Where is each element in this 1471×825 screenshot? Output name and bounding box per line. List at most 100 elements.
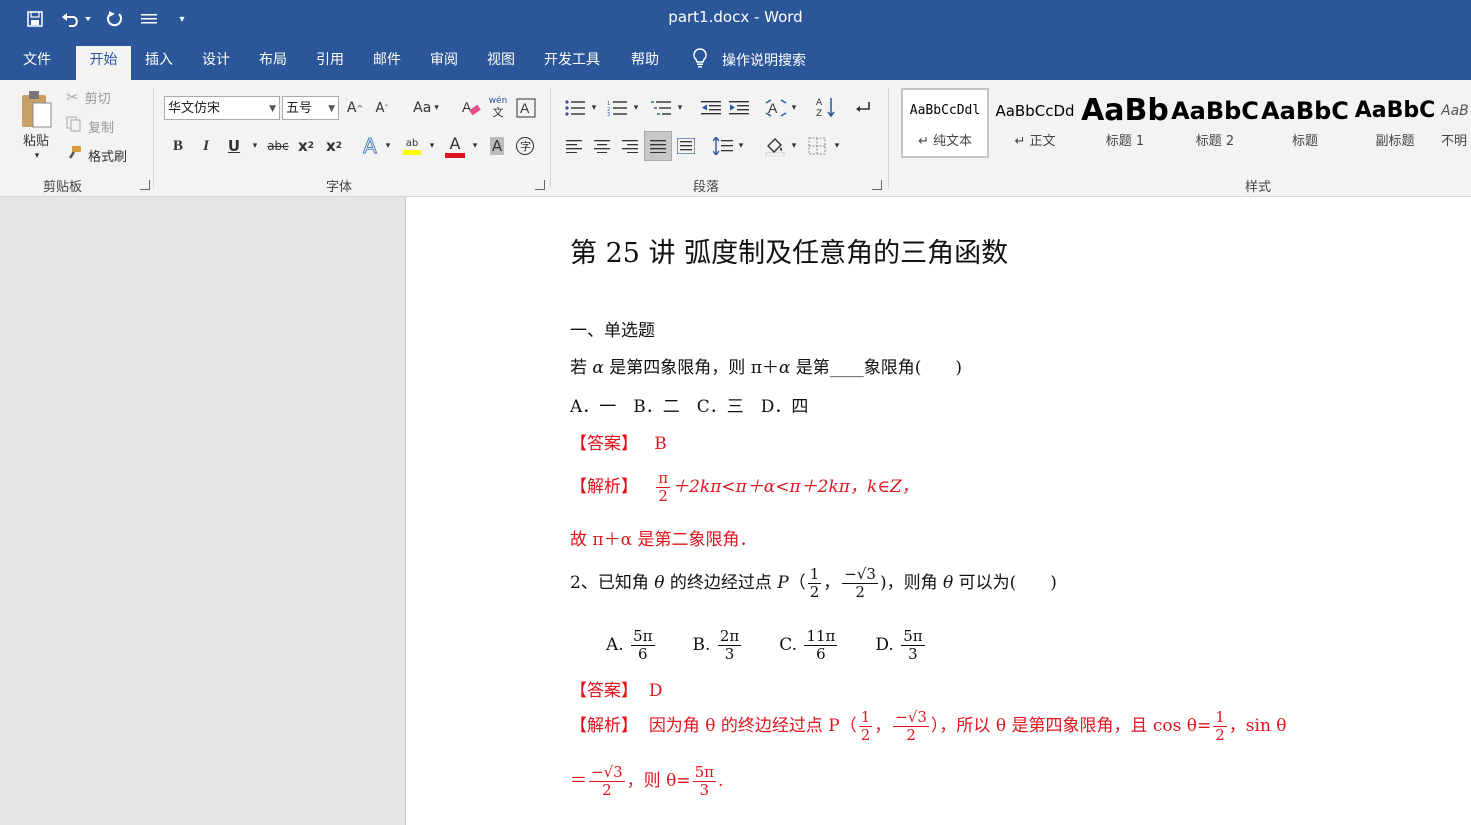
style-heading-1[interactable]: AaBb 标题 1 <box>1081 90 1169 154</box>
question-1-analysis[interactable]: 【解析】 π 2 ＋2kπ<π＋α<π＋2kπ，k∈Z， <box>570 470 919 505</box>
show-hide-marks-icon[interactable] <box>853 96 873 120</box>
character-shading-icon[interactable]: A <box>487 134 507 158</box>
tab-developer[interactable]: 开发工具 <box>532 46 612 80</box>
strikethrough-icon[interactable]: abc <box>265 134 291 158</box>
redo-icon[interactable] <box>104 8 126 30</box>
paste-button[interactable]: 粘贴 <box>14 130 58 149</box>
question-2-analysis[interactable]: 【解析】 因为角 θ 的终边经过点 P（ 1 2， −√3 2 ），所以 θ 是第四象限角… <box>570 709 1287 744</box>
tab-home[interactable]: 开始 <box>76 46 131 80</box>
paste-dropdown-icon[interactable]: ▾ <box>30 150 44 162</box>
fraction: −√3 2 <box>842 565 878 601</box>
font-size-combo[interactable]: 五号 ▼ <box>282 96 339 120</box>
tab-layout[interactable]: 布局 <box>247 46 299 80</box>
chevron-down-icon[interactable]: ▾ <box>631 98 641 118</box>
tab-file[interactable]: 文件 <box>11 46 63 80</box>
styles-group-label: 样式 <box>1245 180 1272 195</box>
tab-review[interactable]: 审阅 <box>418 46 470 80</box>
align-right-icon[interactable] <box>619 134 641 158</box>
chevron-down-icon[interactable]: ▾ <box>789 136 799 156</box>
paste-icon[interactable] <box>14 86 58 134</box>
font-launcher-icon[interactable] <box>535 180 545 190</box>
phonetic-guide-icon[interactable]: wén 文 <box>487 94 509 120</box>
tab-references[interactable]: 引用 <box>304 46 356 80</box>
bold-icon[interactable]: B <box>168 134 188 158</box>
tab-design[interactable]: 设计 <box>190 46 242 80</box>
tab-help[interactable]: 帮助 <box>619 46 671 80</box>
underline-icon[interactable]: U <box>224 134 244 158</box>
tab-mailings[interactable]: 邮件 <box>361 46 413 80</box>
highlight-icon[interactable]: ab <box>400 132 424 160</box>
font-group-label: 字体 <box>326 180 353 195</box>
question-2-options[interactable]: A. 5π 6 B. 2π 3 C. 11π 6 D. 5π 3 <box>606 628 927 663</box>
paragraph-launcher-icon[interactable] <box>872 180 882 190</box>
clipboard-launcher-icon[interactable] <box>140 180 150 190</box>
style-subtitle[interactable]: AaBbC 副标题 <box>1351 90 1439 154</box>
bullets-icon[interactable] <box>562 96 588 120</box>
chinese-layout-icon[interactable]: A <box>764 96 788 120</box>
paragraph-group-label: 段落 <box>693 180 720 195</box>
question-2-analysis-continued[interactable]: ＝ −√3 2 ，则 θ= 5π 3. <box>570 764 723 799</box>
chevron-down-icon[interactable]: ▾ <box>382 136 394 156</box>
format-painter-button[interactable]: 格式刷 <box>66 146 127 165</box>
numbering-icon[interactable]: 123 <box>604 96 630 120</box>
question-1-options[interactable]: A．一 B．二 C．三 D．四 <box>570 392 808 417</box>
copy-button[interactable]: 复制 <box>66 116 114 136</box>
undo-icon[interactable] <box>58 8 94 30</box>
tab-view[interactable]: 视图 <box>475 46 527 80</box>
italic-icon[interactable]: I <box>196 134 216 158</box>
sort-icon[interactable]: AZ <box>815 94 837 120</box>
subscript-icon[interactable]: x2 <box>296 134 316 158</box>
grow-font-icon[interactable]: A ^ <box>345 96 365 120</box>
style-heading-2[interactable]: AaBbC 标题 2 <box>1171 90 1259 154</box>
chevron-down-icon[interactable]: ▾ <box>249 136 261 156</box>
tab-insert[interactable]: 插入 <box>133 46 185 80</box>
chevron-down-icon[interactable]: ▾ <box>789 98 799 118</box>
chevron-down-icon[interactable]: ▾ <box>675 98 685 118</box>
align-center-icon[interactable] <box>591 134 613 158</box>
decrease-indent-icon[interactable] <box>700 96 722 120</box>
style-title[interactable]: AaBbC 标题 <box>1261 90 1349 154</box>
clear-formatting-icon[interactable]: A <box>460 96 482 120</box>
font-color-icon[interactable]: A <box>443 132 467 160</box>
justify-icon[interactable] <box>644 131 672 161</box>
question-2-stem[interactable]: 2、已知角 θ 的终边经过点 P（ 1 2， −√3 2)，则角 θ 可以为( ) <box>570 566 1057 601</box>
question-1-conclusion[interactable]: 故 π＋α 是第二象限角． <box>570 525 756 550</box>
change-case-button[interactable]: Aa ▾ <box>407 96 445 120</box>
character-border-icon[interactable]: A <box>515 96 537 120</box>
chevron-down-icon[interactable]: ▾ <box>469 136 481 156</box>
fraction: 12 <box>807 565 822 601</box>
chevron-down-icon[interactable]: ▾ <box>426 136 438 156</box>
distributed-icon[interactable] <box>675 134 697 158</box>
fraction: −√3 2 <box>893 708 929 744</box>
borders-icon[interactable] <box>806 134 828 158</box>
question-2-answer[interactable]: 【答案】 D <box>570 676 662 701</box>
cut-button[interactable]: ✂ 剪切 <box>66 88 111 107</box>
text-effects-icon[interactable]: A <box>358 134 382 159</box>
style-plain-text[interactable]: AaBbCcDdl ↵ 纯文本 <box>901 88 989 158</box>
increase-indent-icon[interactable] <box>728 96 750 120</box>
enclose-characters-icon[interactable]: 字 <box>514 134 536 158</box>
font-name-combo[interactable]: 华文仿宋 ▼ <box>164 96 280 120</box>
copy-icon <box>66 116 82 136</box>
align-left-icon[interactable] <box>563 134 585 158</box>
document-heading[interactable]: 第 25 讲 弧度制及任意角的三角函数 <box>570 231 1008 270</box>
chevron-down-icon[interactable]: ▾ <box>736 136 746 156</box>
save-icon[interactable] <box>24 8 46 30</box>
chevron-down-icon[interactable]: ▾ <box>589 98 599 118</box>
svg-text:3: 3 <box>607 112 610 116</box>
chevron-down-icon[interactable]: ▾ <box>832 136 842 156</box>
shading-icon[interactable] <box>763 134 787 158</box>
style-normal[interactable]: AaBbCcDd ↵ 正文 <box>991 90 1079 154</box>
customize-qat-icon[interactable]: ▾ <box>172 8 192 30</box>
style-subtle-emphasis[interactable]: AaB 不明 <box>1441 90 1471 154</box>
touch-mode-icon[interactable] <box>138 8 160 30</box>
tell-me-label: 操作说明搜索 <box>722 53 806 69</box>
superscript-icon[interactable]: x2 <box>324 134 344 158</box>
question-1-stem[interactable]: 若 α 是第四象限角，则 π＋α 是第____象限角( ) <box>570 353 962 378</box>
question-1-answer[interactable]: 【答案】 B <box>570 429 667 454</box>
line-spacing-icon[interactable] <box>711 134 735 158</box>
shrink-font-icon[interactable]: Aˇ <box>372 96 392 120</box>
multilevel-list-icon[interactable] <box>648 96 674 120</box>
tell-me-search[interactable]: 操作说明搜索 <box>692 46 806 74</box>
section-heading[interactable]: 一、单选题 <box>570 316 655 341</box>
